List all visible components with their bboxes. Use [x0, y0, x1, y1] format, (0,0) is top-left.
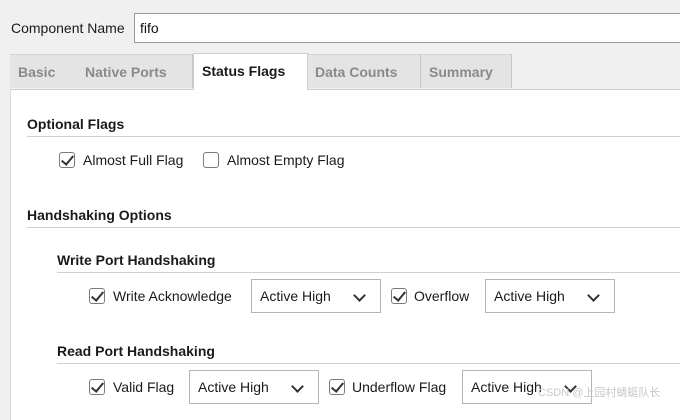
write-port-title: Write Port Handshaking [57, 252, 216, 268]
almost-full-checkbox[interactable] [59, 152, 75, 168]
tab-status-flags-label: Status Flags [202, 63, 286, 79]
almost-empty-checkbox[interactable] [203, 152, 219, 168]
chevron-down-icon [353, 289, 366, 302]
tab-basic-label: Basic [18, 64, 56, 80]
underflow-select-value: Active High [471, 379, 542, 395]
tab-data-counts[interactable]: Data Counts [307, 54, 421, 88]
tab-native-ports-label: Native Ports [85, 64, 167, 80]
optional-flags-title: Optional Flags [27, 116, 125, 132]
underflow-checkbox[interactable] [329, 379, 345, 395]
valid-flag-checkbox[interactable] [89, 379, 105, 395]
read-port-divider [57, 363, 680, 364]
valid-flag-select[interactable]: Active High [189, 370, 319, 404]
almost-full-label: Almost Full Flag [83, 152, 184, 168]
optional-flags-divider [27, 136, 680, 137]
tab-bar: Basic Native Ports Status Flags Data Cou… [10, 53, 680, 90]
almost-empty-label: Almost Empty Flag [227, 152, 345, 168]
write-acknowledge-select-value: Active High [260, 288, 331, 304]
chevron-down-icon [291, 380, 304, 393]
tab-basic[interactable]: Basic [10, 54, 77, 88]
write-acknowledge-select[interactable]: Active High [251, 279, 381, 313]
component-name-input[interactable] [134, 13, 680, 43]
valid-flag-select-value: Active High [198, 379, 269, 395]
write-port-divider [57, 272, 680, 273]
write-acknowledge-label: Write Acknowledge [113, 288, 232, 304]
tab-summary[interactable]: Summary [421, 54, 512, 88]
underflow-label: Underflow Flag [352, 379, 447, 395]
tab-summary-label: Summary [429, 64, 493, 80]
handshaking-divider [27, 227, 680, 228]
overflow-label: Overflow [414, 288, 470, 304]
overflow-checkbox[interactable] [391, 288, 407, 304]
tab-native-ports[interactable]: Native Ports [77, 54, 193, 88]
overflow-select-value: Active High [494, 288, 565, 304]
tab-data-counts-label: Data Counts [315, 64, 398, 80]
status-flags-panel: Optional Flags Almost Full Flag Almost E… [10, 89, 680, 420]
component-name-label: Component Name [11, 20, 125, 36]
write-acknowledge-checkbox[interactable] [89, 288, 105, 304]
valid-flag-label: Valid Flag [113, 379, 175, 395]
component-name-row: Component Name [0, 0, 680, 52]
overflow-select[interactable]: Active High [485, 279, 615, 313]
chevron-down-icon [587, 289, 600, 302]
read-port-title: Read Port Handshaking [57, 343, 215, 359]
tab-status-flags[interactable]: Status Flags [193, 53, 308, 90]
watermark: CSDN @上园村蜻蜓队长 [538, 387, 661, 399]
handshaking-options-title: Handshaking Options [27, 207, 172, 223]
